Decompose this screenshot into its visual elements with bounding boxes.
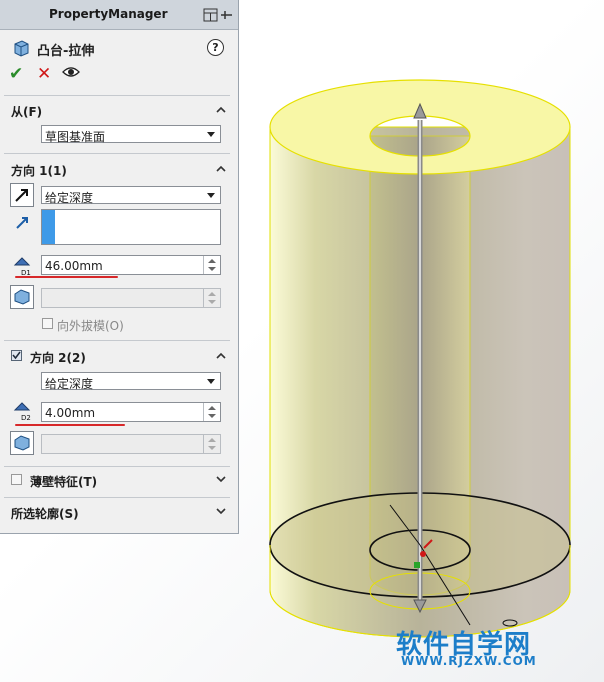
combo-value: 给定深度 [45, 191, 94, 205]
depth-value: 46.00mm [45, 259, 103, 273]
pin-icon[interactable] [203, 8, 233, 22]
draft-angle-input [41, 288, 221, 308]
draft-toggle-icon[interactable] [10, 431, 34, 455]
section-selected-contours-header[interactable]: 所选轮廓(S) [11, 505, 79, 522]
chevron-down-icon[interactable] [216, 476, 226, 483]
reverse-direction-icon[interactable] [10, 183, 34, 207]
chevron-up-icon[interactable] [216, 106, 226, 113]
depth-d1-icon: D1 [13, 257, 31, 277]
property-manager-tab[interactable]: PropertyManager [0, 0, 238, 30]
direction1-depth-input[interactable]: 46.00mm [41, 255, 221, 275]
chevron-up-icon[interactable] [216, 165, 226, 172]
cancel-x-icon[interactable]: ✕ [37, 64, 51, 84]
feature-name: 凸台-拉伸 [37, 44, 95, 59]
section-thin-feature-header[interactable]: 薄壁特征(T) [30, 473, 97, 490]
red-annotation-underline [15, 424, 125, 426]
draft-outward-label: 向外拔模(O) [57, 319, 124, 333]
draft-spinner [203, 435, 220, 453]
checkmark-icon [12, 351, 21, 360]
chevron-down-icon[interactable] [216, 508, 226, 515]
divider [4, 466, 230, 467]
draft-spinner [203, 289, 220, 307]
direction-vector-icon [16, 217, 28, 229]
property-manager-panel: PropertyManager 凸台-拉伸 ? ✔ ✕ 从(F) 草图基准面 方… [0, 0, 239, 534]
divider [4, 497, 230, 498]
dropdown-arrow-icon [207, 132, 215, 137]
selection-highlight [42, 210, 55, 244]
combo-value: 草图基准面 [45, 130, 106, 144]
divider [4, 153, 230, 154]
dropdown-arrow-icon [207, 379, 215, 384]
direction2-end-condition-select[interactable]: 给定深度 [41, 372, 221, 391]
direction2-checkbox[interactable] [11, 350, 22, 361]
svg-text:D2: D2 [21, 414, 31, 422]
section-direction1-header[interactable]: 方向 1(1) [11, 162, 67, 179]
draft-outward-checkbox [42, 318, 53, 329]
watermark-url: WWW.RJZXW.COM [401, 654, 537, 668]
direction-vector-selection-box[interactable] [41, 209, 221, 245]
from-start-condition-select[interactable]: 草图基准面 [41, 125, 221, 144]
thin-feature-checkbox[interactable] [11, 474, 22, 485]
section-from-header[interactable]: 从(F) [11, 103, 42, 120]
depth-value: 4.00mm [45, 406, 96, 420]
chevron-up-icon[interactable] [216, 352, 226, 359]
dropdown-arrow-icon [207, 193, 215, 198]
divider [4, 95, 230, 96]
preview-eye-icon[interactable] [62, 66, 80, 78]
ok-checkmark-icon[interactable]: ✔ [9, 64, 23, 84]
section-direction2-header[interactable]: 方向 2(2) [30, 349, 86, 366]
depth-spinner[interactable] [203, 403, 220, 421]
combo-value: 给定深度 [45, 377, 94, 391]
red-annotation-underline [15, 276, 118, 278]
draft-toggle-icon[interactable] [10, 285, 34, 309]
depth-spinner[interactable] [203, 256, 220, 274]
direction2-depth-input[interactable]: 4.00mm [41, 402, 221, 422]
help-icon[interactable]: ? [207, 39, 224, 56]
divider [4, 340, 230, 341]
panel-title: PropertyManager [49, 7, 168, 21]
direction1-end-condition-select[interactable]: 给定深度 [41, 186, 221, 205]
direction2-draft-angle-input [41, 434, 221, 454]
boss-extrude-icon [14, 40, 29, 57]
depth-d2-icon: D2 [13, 402, 31, 422]
